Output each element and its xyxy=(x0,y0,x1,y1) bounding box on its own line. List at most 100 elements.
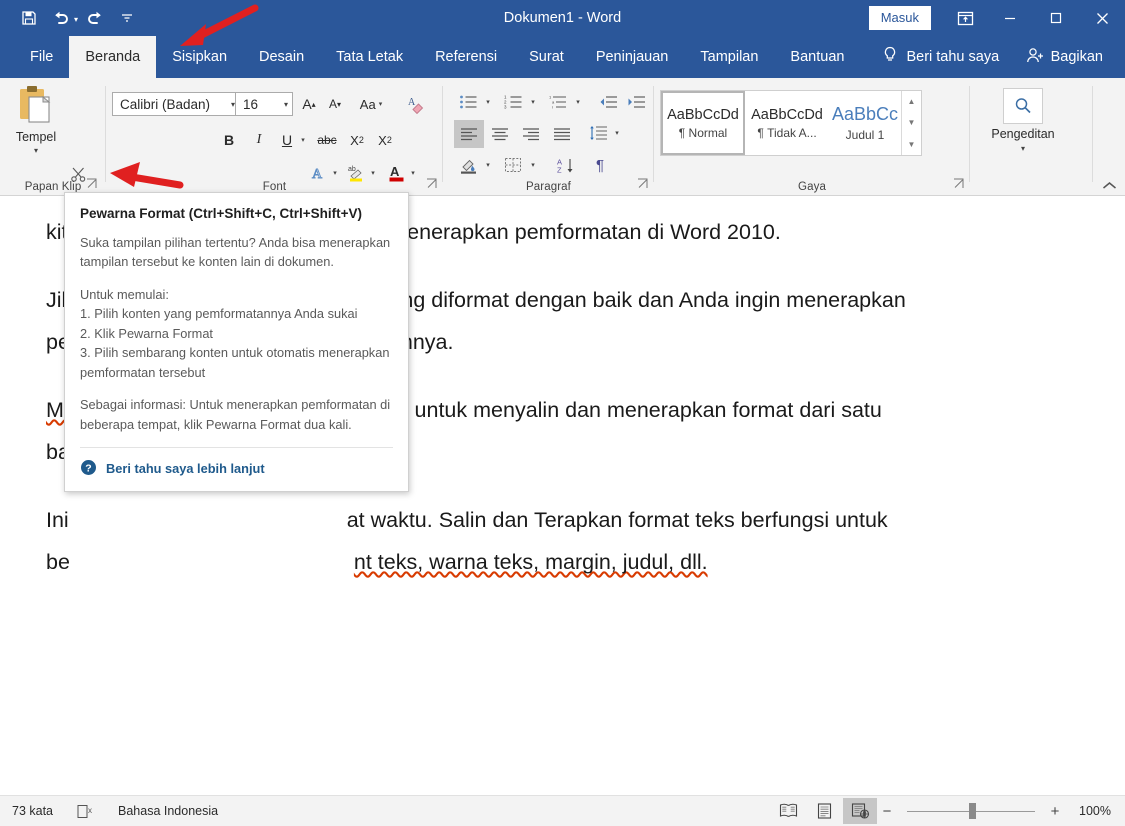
font-dialog-launcher[interactable] xyxy=(424,178,438,192)
tooltip-step-1: 1. Pilih konten yang pemformatannya Anda… xyxy=(80,306,358,322)
multilevel-list-button[interactable]: 1ai xyxy=(544,89,572,115)
zoom-level[interactable]: 100% xyxy=(1065,804,1111,818)
subscript-button[interactable]: X2 xyxy=(344,127,370,153)
line-spacing-button[interactable] xyxy=(585,120,611,146)
align-right-button[interactable] xyxy=(516,120,546,148)
underline-dropdown[interactable]: ▾ xyxy=(296,127,310,153)
scroll-up-icon[interactable]: ▲ xyxy=(908,97,916,106)
tab-sisipkan[interactable]: Sisipkan xyxy=(156,36,243,78)
change-case-button[interactable]: Aa ▾ xyxy=(354,91,388,117)
grow-font-button[interactable]: A ▴ xyxy=(296,91,322,117)
tooltip-learn-more-link[interactable]: ? Beri tahu saya lebih lanjut xyxy=(80,448,393,491)
style-normal[interactable]: AaBbCcDd ¶ Normal xyxy=(661,91,745,155)
strikethrough-button[interactable]: abc xyxy=(312,127,342,153)
ribbon-display-options-icon[interactable] xyxy=(943,0,987,36)
more-styles-icon[interactable]: ▼ xyxy=(908,140,916,149)
decrease-indent-button[interactable] xyxy=(595,89,621,115)
ribbon-group-styles: AaBbCcDd ¶ Normal AaBbCcDd ¶ Tidak A... … xyxy=(654,78,970,196)
redo-icon[interactable] xyxy=(80,4,110,32)
customize-quick-access-toolbar-icon[interactable] xyxy=(112,4,142,32)
multilevel-dropdown[interactable]: ▾ xyxy=(571,89,585,115)
italic-button[interactable]: I xyxy=(246,127,272,153)
styles-dialog-launcher[interactable] xyxy=(951,178,965,192)
bold-button[interactable]: B xyxy=(216,127,242,153)
maximize-icon[interactable] xyxy=(1033,0,1079,36)
tab-referensi[interactable]: Referensi xyxy=(419,36,513,78)
tell-me-search[interactable]: Beri tahu saya xyxy=(860,36,1013,78)
magnifier-icon xyxy=(1003,88,1043,124)
word-count[interactable]: 73 kata xyxy=(0,804,65,818)
clear-formatting-icon: A xyxy=(408,97,424,114)
borders-dropdown[interactable]: ▾ xyxy=(526,152,540,178)
style-tidak-ada-spasi[interactable]: AaBbCcDd ¶ Tidak A... xyxy=(745,91,829,155)
save-icon[interactable] xyxy=(14,4,44,32)
zoom-slider-thumb[interactable] xyxy=(969,803,976,819)
editing-dropdown-caret[interactable]: ▾ xyxy=(1021,144,1025,153)
paste-dropdown-caret[interactable]: ▾ xyxy=(34,146,38,155)
minimize-icon[interactable] xyxy=(987,0,1033,36)
title-bar: ▾ Dokumen1 - Word Masuk xyxy=(0,0,1125,36)
share-button[interactable]: Bagikan xyxy=(1026,36,1125,78)
styles-group-label: Gaya xyxy=(798,181,826,193)
clipboard-dialog-launcher[interactable] xyxy=(84,178,98,192)
numbering-dropdown[interactable]: ▾ xyxy=(526,89,540,115)
collapse-ribbon-icon[interactable] xyxy=(1102,179,1117,194)
tab-desain[interactable]: Desain xyxy=(243,36,320,78)
web-layout-icon xyxy=(851,803,869,819)
read-mode-button[interactable] xyxy=(771,798,805,824)
font-name-combo[interactable]: Calibri (Badan) ▾ xyxy=(112,92,240,116)
align-left-button[interactable] xyxy=(454,120,484,148)
tab-tampilan[interactable]: Tampilan xyxy=(684,36,774,78)
align-right-icon xyxy=(523,128,539,141)
paste-button[interactable]: Tempel ▾ xyxy=(8,84,64,176)
proofing-errors-icon[interactable]: x xyxy=(65,804,106,819)
scroll-down-icon[interactable]: ▼ xyxy=(908,118,916,127)
numbering-button[interactable]: 123 xyxy=(499,89,527,115)
print-layout-button[interactable] xyxy=(807,798,841,824)
shading-dropdown[interactable]: ▾ xyxy=(481,152,495,178)
tab-surat[interactable]: Surat xyxy=(513,36,580,78)
tab-file[interactable]: File xyxy=(14,36,69,78)
justify-button[interactable] xyxy=(547,120,577,148)
language-indicator[interactable]: Bahasa Indonesia xyxy=(106,804,230,818)
borders-button[interactable] xyxy=(499,152,527,178)
sort-button[interactable]: AZ xyxy=(551,152,579,178)
align-center-button[interactable] xyxy=(485,120,515,148)
tab-bantuan[interactable]: Bantuan xyxy=(774,36,860,78)
styles-gallery-scroll[interactable]: ▲ ▼ ▼ xyxy=(901,91,921,155)
paragraph-dialog-launcher[interactable] xyxy=(635,178,649,192)
bullets-button[interactable] xyxy=(454,89,482,115)
increase-indent-button[interactable] xyxy=(623,89,649,115)
bullets-icon xyxy=(459,95,476,109)
svg-text:3: 3 xyxy=(504,105,507,110)
show-formatting-marks-button[interactable]: ¶ xyxy=(587,152,613,178)
superscript-button[interactable]: X2 xyxy=(372,127,398,153)
bullets-dropdown[interactable]: ▾ xyxy=(481,89,495,115)
style-name: ¶ Normal xyxy=(678,125,728,140)
close-icon[interactable] xyxy=(1079,0,1125,36)
tab-beranda[interactable]: Beranda xyxy=(69,36,157,78)
tab-tata-letak[interactable]: Tata Letak xyxy=(320,36,419,78)
tab-peninjauan[interactable]: Peninjauan xyxy=(580,36,685,78)
chevron-down-icon: ▾ xyxy=(230,99,235,109)
zoom-out-button[interactable]: − xyxy=(879,803,895,820)
status-bar-right: − + 100% xyxy=(771,798,1125,824)
shrink-font-button[interactable]: A ▾ xyxy=(322,91,348,117)
sign-in-button[interactable]: Masuk xyxy=(868,6,931,30)
web-layout-button[interactable] xyxy=(843,798,877,824)
shading-button[interactable] xyxy=(454,152,482,178)
word-window: ▾ Dokumen1 - Word Masuk File Beranda Sis… xyxy=(0,0,1125,826)
lightbulb-icon xyxy=(882,46,898,68)
paragraph-text-left: Ini xyxy=(46,508,69,532)
undo-icon[interactable] xyxy=(46,4,76,32)
style-judul-1[interactable]: AaBbCc Judul 1 xyxy=(829,91,901,155)
font-size-combo[interactable]: 16 ▾ xyxy=(235,92,293,116)
italic-label: I xyxy=(256,132,262,147)
zoom-slider[interactable] xyxy=(907,800,1035,822)
clear-formatting-button[interactable]: A xyxy=(401,89,431,119)
shrink-font-label: A xyxy=(328,97,337,111)
editing-button[interactable]: Pengeditan ▾ xyxy=(988,88,1058,153)
line-spacing-dropdown[interactable]: ▾ xyxy=(610,120,624,146)
zoom-in-button[interactable]: + xyxy=(1047,803,1063,820)
undo-dropdown-caret[interactable]: ▾ xyxy=(74,12,78,24)
